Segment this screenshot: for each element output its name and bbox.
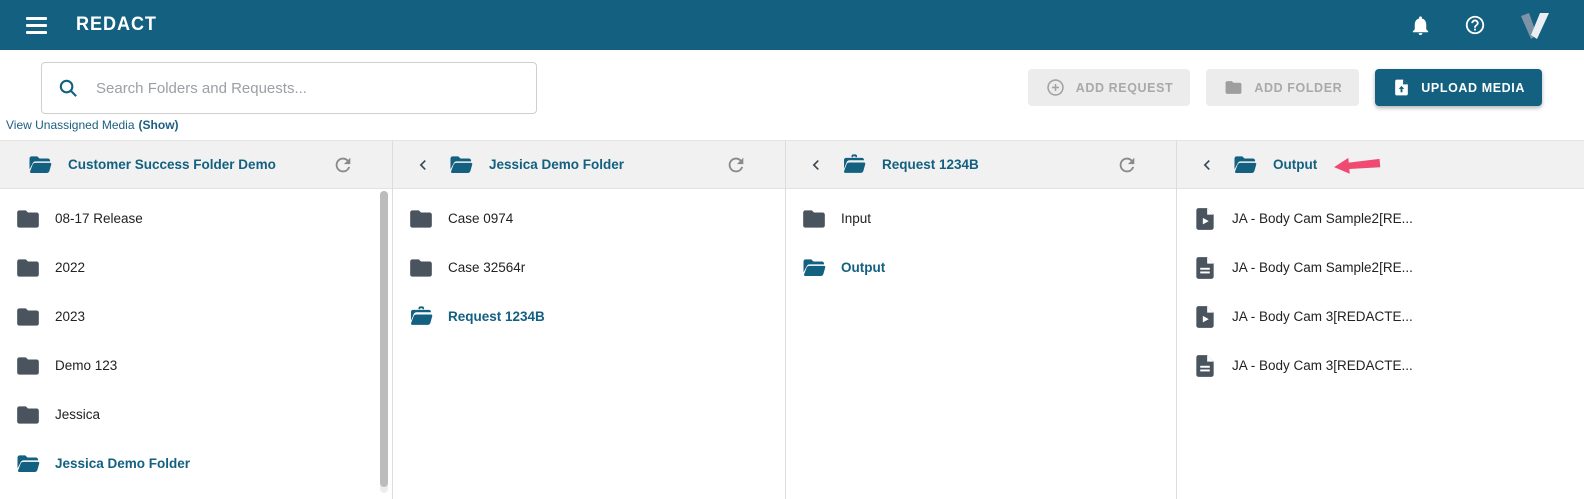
notifications-bell-icon[interactable] [1409,14,1432,37]
folder-icon [15,206,41,232]
search-box[interactable] [41,62,537,114]
file-item[interactable]: JA - Body Cam Sample2[RE... [1177,243,1584,292]
folder-open-icon [15,451,41,477]
search-icon [59,79,77,97]
browser-column-2: Jessica Demo Folder Case 0974 Case 32564… [393,141,786,499]
refresh-icon[interactable] [332,154,354,176]
help-icon[interactable] [1464,14,1486,36]
upload-file-icon [1395,79,1409,96]
app-root: REDACT ADD REQUEST [0,0,1584,499]
veritone-logo [1518,10,1552,40]
add-request-label: ADD REQUEST [1075,80,1174,95]
menu-icon[interactable] [24,13,49,38]
folder-browser: Customer Success Folder Demo 08-17 Relea… [0,140,1584,499]
briefcase-open-icon [408,304,434,330]
search-input[interactable] [94,78,521,98]
upload-media-label: UPLOAD MEDIA [1421,80,1525,95]
app-title: REDACT [76,14,157,35]
column-title: Request 1234B [882,157,979,172]
folder-item[interactable]: Demo 123 [0,341,392,390]
column-title: Jessica Demo Folder [489,157,625,172]
folder-open-icon [25,152,55,178]
browser-column-1: Customer Success Folder Demo 08-17 Relea… [0,141,393,499]
folder-item[interactable]: 2023 [0,292,392,341]
folder-open-icon [1230,152,1260,178]
top-app-bar: REDACT [0,0,1584,50]
scrollbar-track[interactable] [380,191,388,493]
refresh-icon[interactable] [725,154,747,176]
toolbar: ADD REQUEST ADD FOLDER UPLOAD MEDIA View… [0,50,1584,140]
briefcase-open-icon [839,152,869,178]
video-file-icon [1192,206,1218,232]
show-action[interactable]: (Show) [139,118,179,132]
unassigned-prefix: View Unassigned Media [6,118,135,132]
folder-open-icon [801,255,827,281]
topbar-actions [1409,10,1584,40]
column-header: Jessica Demo Folder [393,141,785,189]
add-request-button[interactable]: ADD REQUEST [1027,69,1191,106]
folder-item[interactable]: Jessica [0,390,392,439]
view-unassigned-media-link[interactable]: View Unassigned Media (Show) [6,118,179,132]
video-file-icon [1192,304,1218,330]
folder-icon [15,402,41,428]
add-folder-label: ADD FOLDER [1254,80,1343,95]
folder-open-icon [446,152,476,178]
column-title: Output [1273,157,1318,172]
column-title: Customer Success Folder Demo [68,157,276,172]
folder-item[interactable]: Input [786,194,1176,243]
add-folder-button[interactable]: ADD FOLDER [1206,69,1360,106]
folder-icon [801,206,827,232]
back-chevron-icon[interactable] [1197,155,1217,175]
folder-item[interactable]: Case 0974 [393,194,785,243]
folder-icon [15,353,41,379]
column-header: Customer Success Folder Demo [0,141,392,189]
column-header: Request 1234B [786,141,1176,189]
back-chevron-icon[interactable] [806,155,826,175]
folder-item[interactable]: Jessica Demo Folder [0,439,392,488]
add-circle-icon [1046,79,1064,96]
upload-media-button[interactable]: UPLOAD MEDIA [1375,69,1542,106]
back-chevron-icon[interactable] [413,155,433,175]
folder-icon [1223,78,1244,97]
browser-column-4: Output JA - Body Cam Sample2[RE... JA - … [1177,141,1584,499]
column-header: Output [1177,141,1584,189]
doc-file-icon [1192,255,1218,281]
action-buttons: ADD REQUEST ADD FOLDER UPLOAD MEDIA [1027,69,1542,106]
file-item[interactable]: JA - Body Cam 3[REDACTE... [1177,341,1584,390]
file-item[interactable]: JA - Body Cam Sample2[RE... [1177,194,1584,243]
file-item[interactable]: JA - Body Cam 3[REDACTE... [1177,292,1584,341]
scrollbar-thumb[interactable] [380,191,388,487]
doc-file-icon [1192,353,1218,379]
browser-column-3: Request 1234B Input Output [786,141,1177,499]
folder-icon [15,304,41,330]
folder-item[interactable]: Case 32564r [393,243,785,292]
folder-item[interactable]: Output [786,243,1176,292]
folder-icon [408,255,434,281]
annotation-arrow [1334,157,1381,174]
folder-icon [15,255,41,281]
refresh-icon[interactable] [1116,154,1138,176]
folder-item[interactable]: 08-17 Release [0,194,392,243]
folder-item[interactable]: 2022 [0,243,392,292]
folder-icon [408,206,434,232]
folder-item[interactable]: Request 1234B [393,292,785,341]
